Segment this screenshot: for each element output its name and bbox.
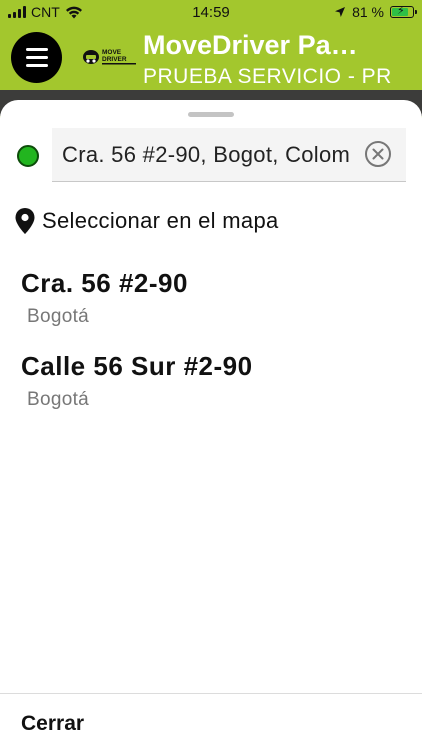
battery-percent: 81 % [352, 4, 384, 20]
result-title: Calle 56 Sur #2-90 [21, 351, 253, 381]
footer-divider [0, 693, 422, 694]
app-title: MoveDriver Pa… [143, 30, 358, 60]
app-subtitle: PRUEBA SERVICIO - PR [143, 65, 392, 88]
hamburger-menu-icon-bar [25, 64, 48, 67]
hamburger-menu-icon-bar [25, 56, 48, 59]
hamburger-menu-button[interactable] [11, 32, 62, 83]
status-bar: CNT 14:59 81 % ⚡ [0, 0, 422, 24]
logo-text-driver: DRIVER [102, 56, 127, 63]
movedriver-logo: MOVE DRIVER [83, 49, 136, 65]
status-right: 81 % ⚡ [334, 4, 417, 20]
hamburger-menu-icon-bar [25, 48, 48, 51]
map-pin-icon [15, 208, 35, 234]
clear-search-button[interactable] [365, 141, 391, 167]
address-search-input[interactable] [62, 128, 362, 181]
battery-charging-icon: ⚡ [390, 5, 417, 18]
charging-bolt-icon: ⚡ [397, 5, 405, 17]
result-title: Cra. 56 #2-90 [21, 268, 188, 298]
select-on-map-label: Seleccionar en el mapa [42, 208, 279, 233]
address-result-item[interactable]: Cra. 56 #2-90 Bogotá [0, 268, 422, 346]
logo-text-move: MOVE [102, 49, 122, 56]
origin-marker-icon [17, 145, 39, 167]
address-search-sheet: Seleccionar en el mapa Cra. 56 #2-90 Bog… [0, 100, 422, 750]
clear-circle-icon [372, 148, 384, 160]
location-arrow-icon [335, 7, 346, 17]
address-search-field[interactable] [52, 128, 406, 182]
close-button[interactable]: Cerrar [21, 712, 84, 736]
result-subtitle: Bogotá [27, 389, 90, 410]
address-result-item[interactable]: Calle 56 Sur #2-90 Bogotá [0, 351, 422, 429]
select-on-map-option[interactable]: Seleccionar en el mapa [14, 204, 279, 238]
drag-handle[interactable] [188, 112, 234, 117]
result-subtitle: Bogotá [27, 306, 90, 327]
